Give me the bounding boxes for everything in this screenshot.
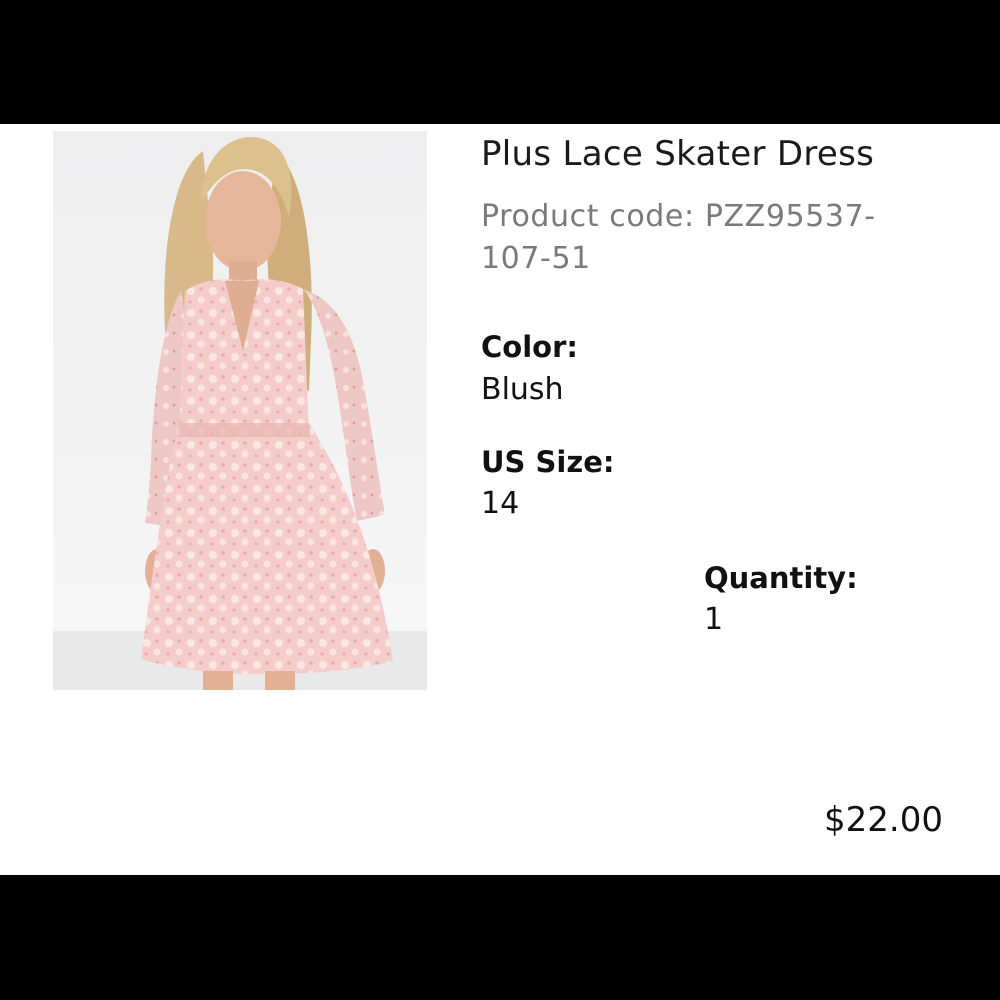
color-value: Blush (481, 372, 564, 407)
size-label: US Size: (481, 445, 615, 479)
quantity-value[interactable]: 1 (704, 602, 723, 637)
top-letterbox (0, 0, 1000, 124)
product-code: Product code: PZZ95537- 107-51 (481, 196, 901, 280)
quantity-label: Quantity: (704, 561, 858, 595)
product-code-line-1: Product code: PZZ95537- (481, 199, 876, 234)
bottom-letterbox (0, 875, 1000, 1000)
size-value: 14 (481, 486, 520, 521)
product-title[interactable]: Plus Lace Skater Dress (481, 134, 874, 174)
product-code-line-2: 107-51 (481, 241, 591, 276)
cart-item: Plus Lace Skater Dress Product code: PZZ… (0, 124, 1000, 875)
product-image[interactable] (53, 131, 427, 690)
color-label: Color: (481, 330, 578, 364)
item-price: $22.00 (824, 800, 943, 840)
product-photo-icon (53, 131, 427, 690)
